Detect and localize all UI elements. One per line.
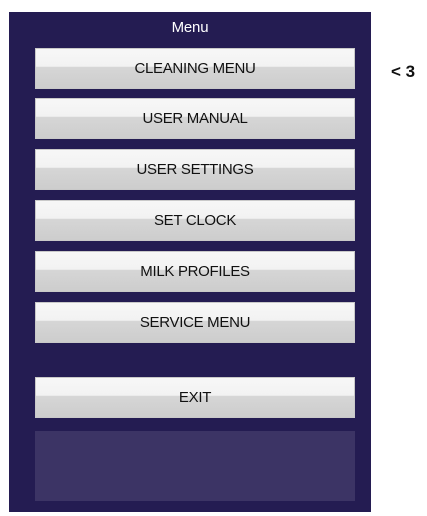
milk-profiles-button[interactable]: MILK PROFILES: [35, 251, 355, 292]
set-clock-button[interactable]: SET CLOCK: [35, 200, 355, 241]
user-manual-button[interactable]: USER MANUAL: [35, 98, 355, 139]
callout-label: < 3: [391, 62, 416, 81]
user-settings-button[interactable]: USER SETTINGS: [35, 149, 355, 190]
info-panel: [35, 431, 355, 501]
screen-title: Menu: [171, 19, 209, 36]
device-screen: Menu CLEANING MENU USER MANUAL USER SETT…: [9, 12, 371, 512]
exit-button[interactable]: EXIT: [35, 377, 355, 418]
cleaning-menu-button[interactable]: CLEANING MENU: [35, 48, 355, 89]
service-menu-button[interactable]: SERVICE MENU: [35, 302, 355, 343]
